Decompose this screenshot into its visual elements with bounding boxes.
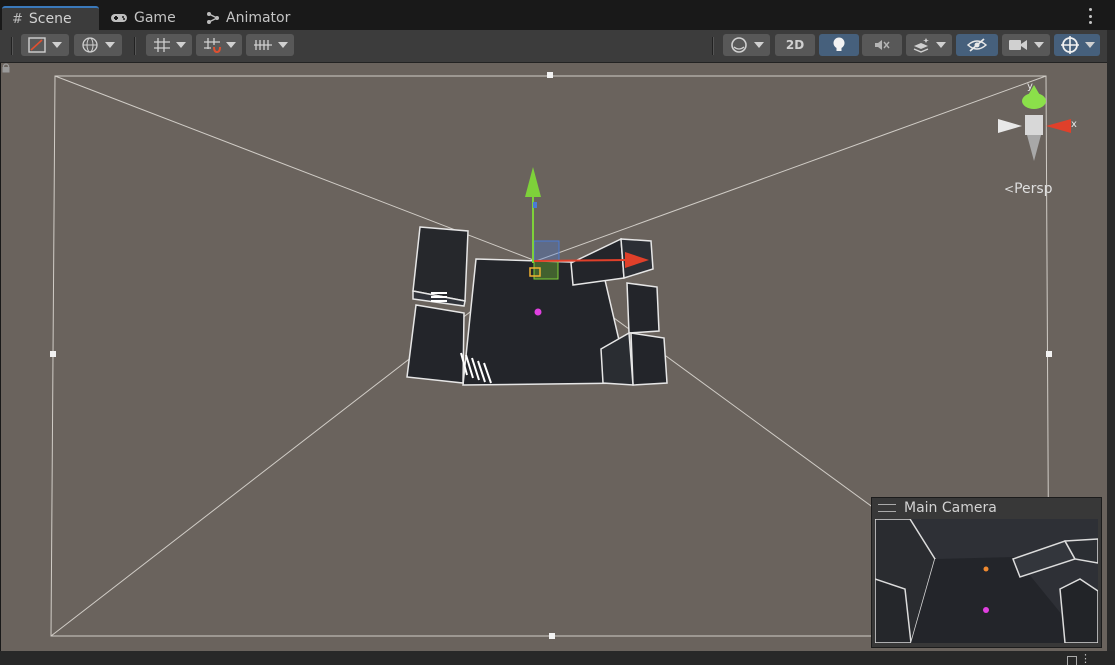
animator-icon [207,12,219,24]
gizmo-axis-x-label: x [1071,119,1077,130]
gizmos-dropdown[interactable] [1054,34,1100,56]
tab-animator[interactable]: Animator [196,6,300,30]
toolbar-grip [11,37,13,55]
more-options-icon[interactable] [1089,8,1093,24]
camera-mode-dropdown[interactable] [723,34,770,56]
globe-icon [82,37,98,53]
chevron-down-icon [277,42,288,48]
tab-game-label: Game [134,10,176,26]
projection-text: Persp [1014,181,1053,197]
camera-preview-window[interactable]: Main Camera [871,497,1102,648]
layers-icon [913,38,929,53]
tab-animator-label: Animator [226,10,291,26]
lock-icon[interactable] [1067,656,1077,665]
camera-preview-render [875,519,1098,643]
camera-preview-image [875,519,1098,643]
mute-icon [875,40,890,50]
projection-label[interactable]: <Persp [1004,181,1053,197]
scene-camera-dropdown[interactable] [1002,34,1050,56]
orientation-gizmo [998,85,1071,161]
effects-dropdown[interactable] [906,34,952,56]
chevron-down-icon [1034,42,1044,48]
right-edge-strip [1107,30,1115,651]
scene-visibility-button[interactable] [956,34,998,56]
scene-toolbar: 2D [0,30,1107,63]
grid-visibility-dropdown[interactable] [146,34,192,56]
sphere-icon [730,37,747,53]
perspective-icon: < [1004,182,1015,196]
lighting-toggle-button[interactable] [819,34,859,56]
gizmo-axis-y-label: y [1027,81,1033,92]
toolbar-separator [712,37,714,55]
chevron-down-icon [225,42,236,48]
chevron-down-icon [105,42,115,48]
tab-game[interactable]: Game [100,6,186,30]
lock-icon[interactable] [1,63,11,73]
chevron-down-icon [1084,42,1095,48]
lightbulb-icon [833,37,845,51]
more-options-icon[interactable]: ⋮ [1080,653,1091,664]
camera-preview-title: Main Camera [904,500,997,516]
eye-hidden-icon [966,38,988,52]
grid-snapping-dropdown[interactable] [196,34,242,56]
chevron-down-icon [935,42,946,48]
camera-preview-header[interactable]: Main Camera [872,498,1107,518]
tab-scene[interactable]: # Scene [2,6,99,30]
audio-toggle-button[interactable] [862,34,902,56]
chevron-down-icon [753,42,764,48]
gizmo-icon [1060,36,1079,54]
video-camera-icon [1009,40,1027,50]
render-settings-dropdown[interactable] [74,34,122,56]
drag-handle-icon[interactable] [878,504,896,512]
ruler-snap-icon [253,40,272,50]
bottom-panel-strip: ⋮ [0,651,1115,665]
grid-icon: # [12,11,23,27]
grid-snap-icon [203,38,221,53]
draw-mode-dropdown[interactable] [21,34,69,56]
toolbar-separator [134,37,136,55]
window-tab-bar: # Scene Game Animator [0,0,1115,30]
grid-toggle-icon [153,38,170,52]
shading-mode-icon [28,37,46,53]
2d-toggle-button[interactable]: 2D [775,34,815,56]
pickup-marker [534,308,542,316]
tab-scene-label: Scene [28,11,72,27]
increment-snapping-dropdown[interactable] [246,34,294,56]
chevron-down-icon [52,42,62,48]
chevron-down-icon [175,42,186,48]
gamepad-icon [111,14,127,22]
